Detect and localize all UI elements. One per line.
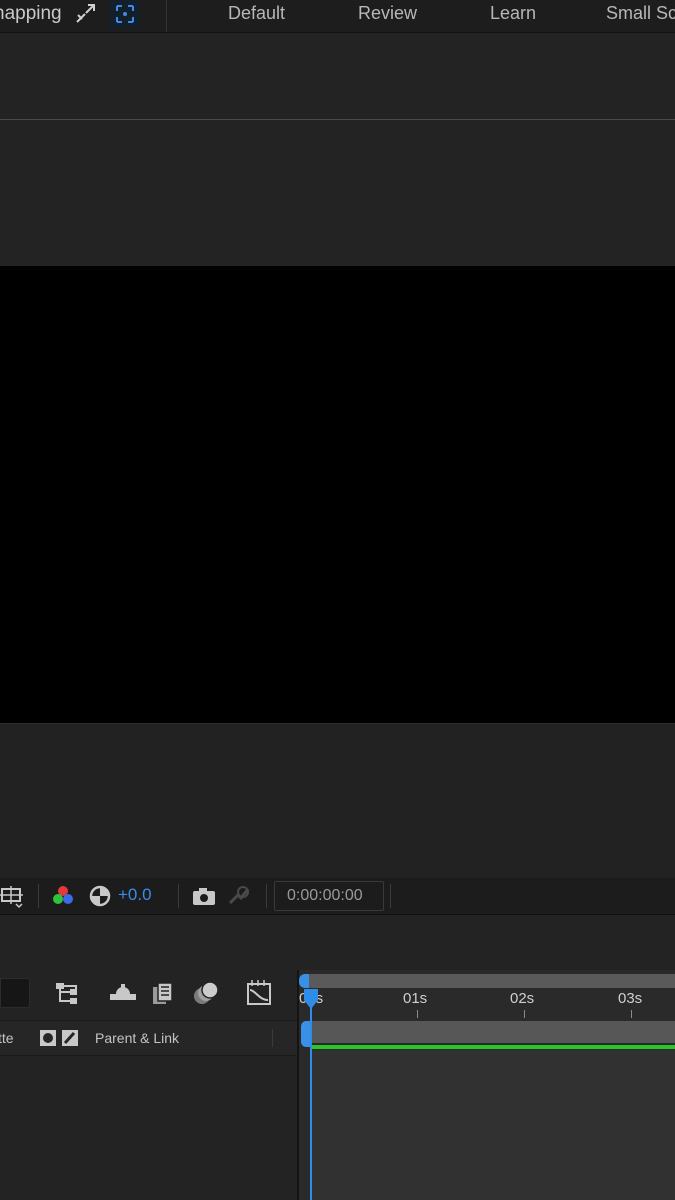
ruler-label-01s: 01s [403,990,428,1007]
hierarchy-icon[interactable] [54,978,84,1008]
toolbar-separator [266,884,267,908]
empty-track-area [311,1050,675,1200]
toolbar-separator [178,884,179,908]
current-time-indicator[interactable] [303,988,319,1010]
viewer-pasteboard-top [0,120,675,266]
layer-duration-bar[interactable] [307,1021,675,1043]
viewer-pasteboard-bottom [0,723,675,879]
region-of-interest-icon[interactable] [0,883,26,909]
snap-target-icon[interactable] [110,0,140,28]
ruler-label-03s: 03s [618,990,643,1007]
upper-panel [0,33,675,120]
snapping-label: napping [0,3,62,24]
frame-blending-icon[interactable] [150,978,180,1008]
current-time-display[interactable]: 0:00:00:00 [274,881,384,911]
ruler-tick [524,1010,525,1018]
workspace-tab-review[interactable]: Review [358,3,417,24]
ruler-tick [631,1010,632,1018]
ruler-label-02s: 02s [510,990,535,1007]
toolbar-separator [38,884,39,908]
parent-link-column-label[interactable]: Parent & Link [95,1030,179,1046]
render-cache-indicator [311,1045,675,1049]
workspace-tab-small-screen[interactable]: Small Scr [606,3,675,24]
current-time-indicator-line [310,1000,312,1200]
shy-layer-icon[interactable] [108,978,138,1008]
timeline-tab-area [0,915,675,970]
ruler-tick [417,1010,418,1018]
snap-arrow-icon[interactable] [74,1,98,25]
timecode-value: 0:00:00:00 [287,887,363,904]
camera-snapshot-icon[interactable] [191,883,217,909]
layer-column-header: tte Parent & Link [0,1020,297,1056]
timeline-layer-panel: tte Parent & Link [0,970,297,1200]
adjustment-switch-icon[interactable] [61,1029,79,1047]
work-area-start-handle[interactable] [299,974,309,988]
search-icon[interactable] [0,978,30,1008]
toolbar-separator [390,884,391,908]
work-area-bar[interactable] [305,974,675,988]
exposure-reset-icon[interactable] [87,883,113,909]
viewer-toolbar: +0.0 0:00:00:00 [0,878,675,915]
workspace-tab-default[interactable]: Default [228,3,285,24]
column-separator [272,1029,273,1047]
workspace-bar: napping Default Review Learn Small Scr [0,0,675,33]
motion-blur-icon[interactable] [192,978,222,1008]
exposure-value[interactable]: +0.0 [118,885,152,905]
color-channels-icon[interactable] [50,883,76,909]
show-snapshot-icon[interactable] [226,883,252,909]
toolbar-divider [166,0,167,32]
solo-switch-icon[interactable] [39,1029,57,1047]
composition-canvas[interactable] [0,266,675,723]
graph-editor-icon[interactable] [245,978,275,1008]
timeline-graph-area[interactable]: 00s 01s 02s 03s [299,970,675,1200]
track-matte-column-label[interactable]: tte [0,1030,14,1046]
workspace-tab-learn[interactable]: Learn [490,3,536,24]
